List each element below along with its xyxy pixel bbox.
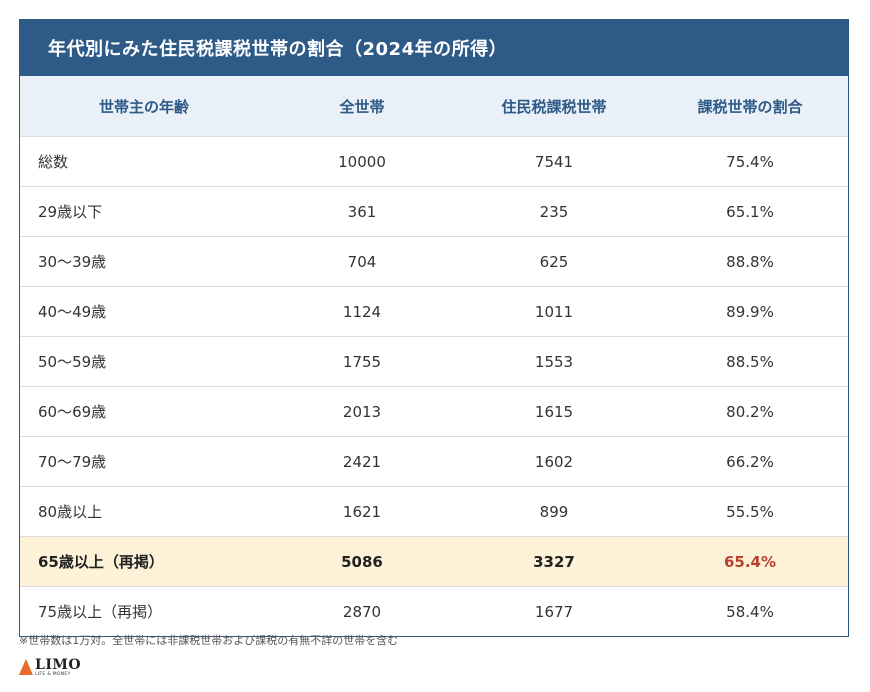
row-taxed-households: 3327 [533,552,575,571]
row-all-households: 5086 [341,552,383,571]
table-row: 50～59歳 1755 1553 88.5% [20,337,848,387]
limo-logo: LIMO LIFE & MONEY [19,658,81,678]
row-all-households: 10000 [338,152,386,171]
table-row: 70～79歳 2421 1602 66.2% [20,437,848,487]
row-taxed-ratio: 89.9% [726,302,774,321]
table-row: 40～49歳 1124 1011 89.9% [20,287,848,337]
row-age-label: 75歳以上（再掲） [38,603,163,621]
row-all-households: 361 [347,202,377,221]
row-taxed-ratio: 65.4% [723,552,777,571]
row-all-households: 1124 [342,302,382,321]
column-header-taxed-households: 住民税課税世帯 [501,97,607,116]
row-age-label: 80歳以上 [38,503,103,521]
row-taxed-households: 1602 [534,452,574,471]
row-taxed-households: 1553 [534,352,574,371]
row-age-label: 29歳以下 [38,203,103,221]
row-all-households: 2421 [342,452,382,471]
row-age-label: 50～59歳 [38,353,107,371]
row-taxed-households: 7541 [534,152,574,171]
logo-sub-text: LIFE & MONEY [35,672,71,677]
logo-main-text: LIMO [35,657,82,673]
row-taxed-ratio: 80.2% [726,402,774,421]
column-header-row: 世帯主の年齢 全世帯 住民税課税世帯 課税世帯の割合 [20,76,848,137]
row-taxed-ratio: 75.4% [726,152,774,171]
row-age-label: 30～39歳 [38,253,107,271]
row-all-households: 2870 [342,602,382,621]
table-title: 年代別にみた住民税課税世帯の割合（2024年の所得） [20,20,848,76]
table-row: 29歳以下 361 235 65.1% [20,187,848,237]
row-taxed-ratio: 55.5% [726,502,774,521]
row-taxed-households: 1677 [534,602,574,621]
row-age-label: 40～49歳 [38,303,107,321]
row-taxed-households: 235 [539,202,569,221]
row-taxed-ratio: 88.5% [726,352,774,371]
column-header-all-households: 全世帯 [339,97,385,116]
row-age-label: 60～69歳 [38,403,107,421]
row-taxed-ratio: 65.1% [726,202,774,221]
row-age-label: 総数 [38,153,69,171]
table-row: 65歳以上（再掲） 5086 3327 65.4% [20,537,848,587]
table-body: 総数 10000 7541 75.4% 29歳以下 361 235 65.1% 30～39歳 70… [20,137,848,636]
row-taxed-households: 1011 [534,302,574,321]
row-taxed-ratio: 58.4% [726,602,774,621]
data-table: 年代別にみた住民税課税世帯の割合（2024年の所得） 世帯主の年齢 全世帯 住民… [19,19,849,637]
row-taxed-households: 899 [539,502,569,521]
table-row: 60～69歳 2013 1615 80.2% [20,387,848,437]
table-row: 80歳以上 1621 899 55.5% [20,487,848,537]
table-row: 75歳以上（再掲） 2870 1677 58.4% [20,587,848,636]
row-taxed-households: 1615 [534,402,574,421]
footnote: ※世帯数は1万対。全世帯には非課税世帯および課税の有無不詳の世帯を含む [19,634,399,647]
table-row: 総数 10000 7541 75.4% [20,137,848,187]
logo-mark-icon [19,659,33,675]
row-age-label: 70～79歳 [38,453,107,471]
column-header-age: 世帯主の年齢 [98,97,189,116]
row-all-households: 1621 [342,502,382,521]
logo-text: LIMO LIFE & MONEY [35,658,81,678]
row-all-households: 2013 [342,402,382,421]
table-row: 30～39歳 704 625 88.8% [20,237,848,287]
row-all-households: 704 [347,252,377,271]
row-taxed-ratio: 66.2% [726,452,774,471]
row-taxed-ratio: 88.8% [726,252,774,271]
row-age-label: 65歳以上（再掲） [38,553,164,571]
column-header-taxed-ratio: 課税世帯の割合 [697,97,803,116]
row-all-households: 1755 [342,352,382,371]
row-taxed-households: 625 [539,252,569,271]
